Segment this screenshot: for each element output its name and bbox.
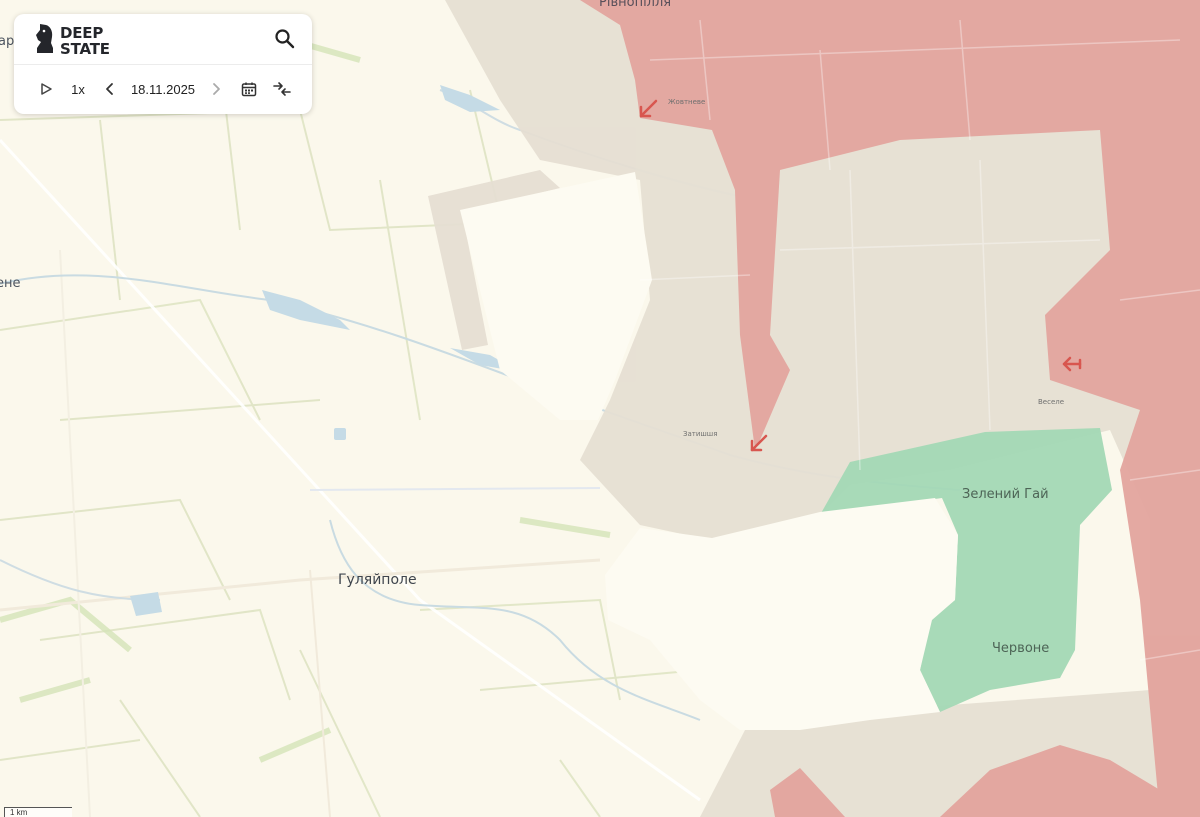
map-canvas[interactable]: Жовтневе Затишшя Веселе Рівнопілля Зелен… — [0, 0, 1200, 817]
place-label-vesele: Веселе — [1038, 398, 1065, 406]
previous-date-button[interactable] — [100, 74, 120, 104]
brand-logo[interactable]: DEEP STATE — [34, 22, 120, 60]
compare-button[interactable] — [270, 74, 294, 104]
place-label-rivnopillia: Рівнопілля — [599, 0, 672, 10]
chevron-right-icon — [213, 83, 220, 95]
map-layer — [0, 0, 1200, 817]
brand-line-deep: DEEP — [60, 24, 104, 42]
calendar-icon — [241, 82, 257, 97]
search-button[interactable] — [272, 26, 298, 52]
search-icon — [275, 29, 295, 49]
compare-arrows-icon — [273, 82, 291, 96]
chevron-left-icon — [106, 83, 113, 95]
next-date-button[interactable] — [206, 74, 226, 104]
timeline-controls: 1x 18.11.2025 — [14, 74, 312, 104]
play-button[interactable] — [36, 74, 56, 104]
playback-speed-button[interactable]: 1x — [64, 74, 92, 104]
place-label-left-edge-middle: ене — [0, 276, 21, 291]
brand-line-state: STATE — [60, 40, 110, 58]
calendar-button[interactable] — [238, 74, 260, 104]
city-label-huliaipole: Гуляйполе — [338, 572, 417, 588]
place-label-zeleny-hai: Зелений Гай — [962, 487, 1049, 502]
control-panel: DEEP STATE 1x 18.11.2025 — [14, 14, 312, 114]
knight-chess-icon — [34, 22, 56, 61]
panel-divider — [14, 64, 312, 65]
date-display[interactable]: 18.11.2025 — [126, 74, 200, 104]
place-label-chervone: Червоне — [992, 641, 1050, 656]
map-scale-bar: 1 km — [4, 807, 72, 817]
place-label-zhovtneve: Жовтневе — [668, 98, 706, 106]
play-icon — [41, 83, 52, 95]
place-label-zatyshshia: Затишшя — [683, 430, 718, 438]
